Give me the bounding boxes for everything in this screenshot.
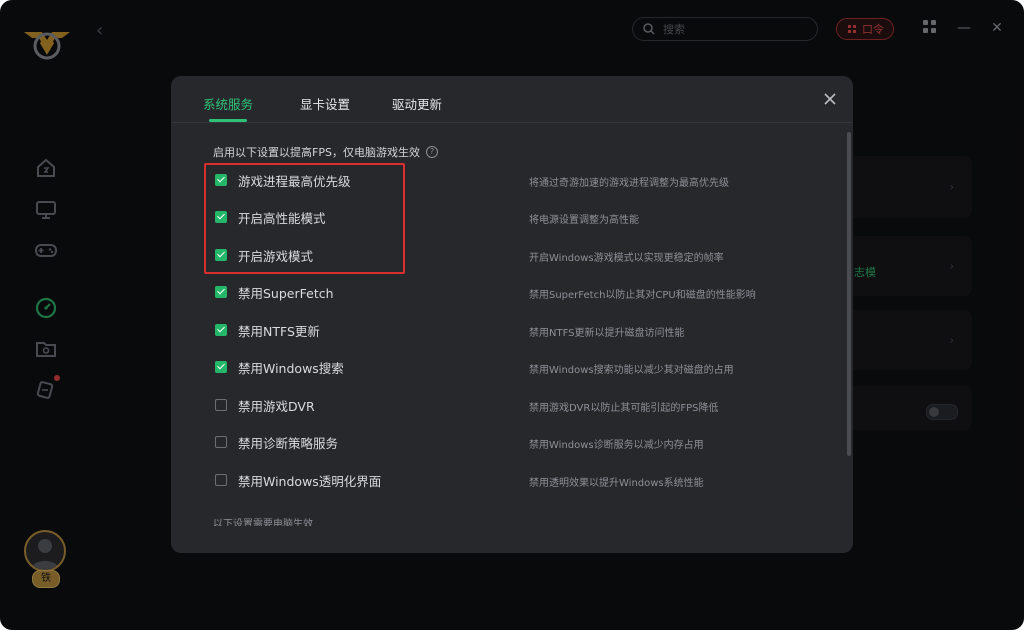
option-row[interactable]: 禁用NTFS更新 禁用NTFS更新以提升磁盘访问性能 bbox=[215, 320, 775, 340]
option-row[interactable]: 禁用Windows透明化界面 禁用透明效果以提升Windows系统性能 bbox=[215, 470, 775, 490]
option-label: 游戏进程最高优先级 bbox=[238, 174, 351, 189]
tab-system-services[interactable]: 系统服务 bbox=[203, 94, 253, 122]
option-description: 开启Windows游戏模式以实现更稳定的帧率 bbox=[529, 253, 724, 264]
option-label: 禁用SuperFetch bbox=[238, 286, 334, 301]
option-description: 禁用透明效果以提升Windows系统性能 bbox=[529, 478, 704, 489]
option-row[interactable]: 游戏进程最高优先级 将通过奇游加速的游戏进程调整为最高优先级 bbox=[215, 170, 775, 190]
option-description: 禁用Windows搜索功能以减少其对磁盘的占用 bbox=[529, 365, 734, 376]
option-label: 禁用诊断策略服务 bbox=[238, 436, 339, 451]
intro-text-row: 启用以下设置以提高FPS，仅电脑游戏生效 ? bbox=[213, 144, 438, 160]
tab-bar: 系统服务 显卡设置 驱动更新 bbox=[171, 76, 853, 123]
option-row[interactable]: 禁用游戏DVR 禁用游戏DVR以防止其可能引起的FPS降低 bbox=[215, 395, 775, 415]
checkbox[interactable] bbox=[215, 436, 227, 448]
checkbox[interactable] bbox=[215, 211, 227, 223]
option-label: 禁用NTFS更新 bbox=[238, 324, 320, 339]
checkbox[interactable] bbox=[215, 361, 227, 373]
option-label: 禁用Windows透明化界面 bbox=[238, 474, 382, 489]
option-description: 将通过奇游加速的游戏进程调整为最高优先级 bbox=[529, 178, 729, 189]
option-row[interactable]: 禁用诊断策略服务 禁用Windows诊断服务以减少内存占用 bbox=[215, 432, 775, 452]
help-icon[interactable]: ? bbox=[425, 146, 438, 158]
option-label: 禁用游戏DVR bbox=[238, 399, 315, 414]
option-description: 将电源设置调整为高性能 bbox=[529, 215, 639, 226]
tab-gpu-settings[interactable]: 显卡设置 bbox=[300, 94, 350, 122]
option-label: 禁用Windows搜索 bbox=[238, 361, 344, 376]
close-icon[interactable] bbox=[821, 90, 839, 108]
app-window: 铁 ‹ 口令 — ✕ › 志模 › › 系统服务 显卡设置 驱动更新 启用以下设… bbox=[0, 0, 1024, 630]
option-description: 禁用Windows诊断服务以减少内存占用 bbox=[529, 440, 704, 451]
tab-driver-update[interactable]: 驱动更新 bbox=[392, 94, 442, 122]
option-row[interactable]: 开启游戏模式 开启Windows游戏模式以实现更稳定的帧率 bbox=[215, 245, 775, 265]
intro-text: 启用以下设置以提高FPS，仅电脑游戏生效 bbox=[213, 146, 420, 159]
section-heading-cut: 以下设置需要电脑生效 bbox=[213, 519, 313, 526]
option-label: 开启高性能模式 bbox=[238, 211, 326, 226]
settings-modal: 系统服务 显卡设置 驱动更新 启用以下设置以提高FPS，仅电脑游戏生效 ? 游戏… bbox=[171, 76, 853, 553]
scrollbar[interactable] bbox=[847, 132, 851, 456]
checkbox[interactable] bbox=[215, 174, 227, 186]
option-description: 禁用NTFS更新以提升磁盘访问性能 bbox=[529, 328, 685, 339]
option-row[interactable]: 开启高性能模式 将电源设置调整为高性能 bbox=[215, 207, 775, 227]
checkbox[interactable] bbox=[215, 474, 227, 486]
option-row[interactable]: 禁用Windows搜索 禁用Windows搜索功能以减少其对磁盘的占用 bbox=[215, 357, 775, 377]
option-description: 禁用SuperFetch以防止其对CPU和磁盘的性能影响 bbox=[529, 290, 756, 301]
checkbox[interactable] bbox=[215, 249, 227, 261]
option-description: 禁用游戏DVR以防止其可能引起的FPS降低 bbox=[529, 403, 719, 414]
checkbox[interactable] bbox=[215, 324, 227, 336]
checkbox[interactable] bbox=[215, 399, 227, 411]
option-label: 开启游戏模式 bbox=[238, 249, 314, 264]
option-row[interactable]: 禁用SuperFetch 禁用SuperFetch以防止其对CPU和磁盘的性能影… bbox=[215, 282, 775, 302]
checkbox[interactable] bbox=[215, 286, 227, 298]
